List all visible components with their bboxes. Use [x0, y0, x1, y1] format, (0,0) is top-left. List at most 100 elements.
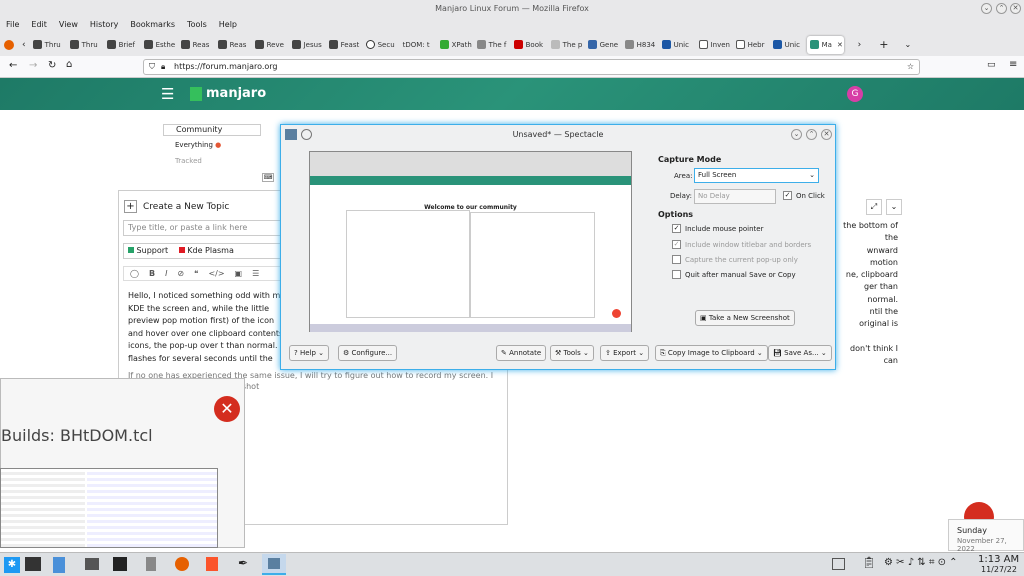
spectacle-maximize-button[interactable]: ⌃ — [806, 129, 817, 140]
configure-button[interactable]: ⚙ Configure... — [338, 345, 398, 361]
maximize-button[interactable]: ⌃ — [996, 3, 1007, 14]
tab[interactable]: XPath — [437, 36, 474, 54]
avatar[interactable]: G — [847, 86, 863, 102]
option-capture-popup[interactable]: Capture the current pop-up only — [672, 255, 798, 264]
sidebar-community-heading[interactable]: Community — [163, 124, 261, 136]
menu-view[interactable]: View — [59, 17, 78, 33]
pen-icon[interactable]: ✒ — [238, 556, 248, 570]
kde-launcher-icon[interactable]: ✱ — [4, 557, 20, 573]
list-icon[interactable]: ☰ — [252, 267, 259, 280]
collapse-icon[interactable]: ⌄ — [886, 199, 902, 215]
close-button[interactable]: ✕ — [1010, 3, 1021, 14]
brave-icon[interactable] — [206, 557, 218, 571]
spectacle-close-button[interactable]: ✕ — [821, 129, 832, 140]
tab[interactable]: Gene — [585, 36, 622, 54]
tab[interactable]: Reas — [178, 36, 215, 54]
tab[interactable]: Brief — [104, 36, 141, 54]
files-icon[interactable] — [53, 557, 65, 573]
annotate-button[interactable]: ✎ Annotate — [496, 345, 547, 361]
topic-title-input[interactable]: Type title, or paste a link here — [123, 220, 283, 236]
app-menu-icon[interactable]: ≡ — [1009, 59, 1017, 70]
desktop-icon[interactable] — [832, 558, 845, 570]
document-icon[interactable] — [146, 557, 156, 571]
sidebar-item-tracked[interactable]: Tracked — [163, 157, 202, 165]
bookmark-star-icon[interactable]: ☆ — [907, 60, 914, 74]
url-bar[interactable]: ⛉ 🔒︎ https://forum.manjaro.org ☆ — [143, 59, 920, 75]
clock-time[interactable]: 1:13 AM — [978, 554, 1019, 565]
option-quit-after-save[interactable]: Quit after manual Save or Copy — [672, 270, 796, 279]
menu-history[interactable]: History — [90, 17, 118, 33]
reload-icon[interactable]: ↻ — [48, 60, 56, 71]
option-include-titlebar[interactable]: ✓ Include window titlebar and borders — [672, 240, 811, 249]
menu-edit[interactable]: Edit — [31, 17, 47, 33]
manjaro-logo[interactable]: manjaro — [190, 86, 266, 101]
window-thumbnail[interactable] — [0, 468, 218, 548]
save-as-button[interactable]: 💾︎ Save As... ⌄ — [768, 345, 832, 361]
on-click-checkbox[interactable]: ✓ On Click — [783, 191, 825, 200]
spectacle-minimize-button[interactable]: ⌄ — [791, 129, 802, 140]
back-icon[interactable]: ← — [9, 60, 17, 71]
tab[interactable]: Secu — [363, 36, 400, 54]
category-select[interactable]: Support Kde Plasma — [123, 243, 283, 259]
tab[interactable]: Reve — [252, 36, 289, 54]
menu-file[interactable]: File — [6, 17, 19, 33]
pin-icon[interactable] — [301, 129, 312, 140]
forward-icon[interactable]: → — [29, 60, 37, 71]
delay-spinbox[interactable]: No Delay — [694, 189, 776, 204]
tab[interactable]: Unic — [659, 36, 696, 54]
home-icon[interactable]: ⌂ — [66, 59, 72, 70]
tab-active[interactable]: Ma ✕ — [806, 35, 844, 54]
shield-icon[interactable]: ⛉ — [149, 60, 155, 74]
menu-tools[interactable]: Tools — [187, 17, 207, 33]
console-icon[interactable] — [113, 557, 127, 571]
bold-icon[interactable]: B — [149, 267, 155, 280]
spectacle-taskbar-item[interactable] — [262, 554, 286, 575]
link-icon[interactable]: ⊘ — [177, 267, 184, 280]
blockquote-icon[interactable]: ❝ — [194, 267, 198, 280]
help-button[interactable]: ? Help ⌄ — [289, 345, 330, 361]
italic-icon[interactable]: I — [165, 267, 167, 280]
tab-scroll-right-icon[interactable]: › — [858, 40, 862, 50]
tab[interactable]: The f — [474, 36, 511, 54]
new-screenshot-button[interactable]: ▣ Take a New Screenshot — [695, 310, 795, 326]
code-icon[interactable]: </> — [208, 267, 224, 280]
monitor-icon[interactable] — [85, 558, 99, 570]
copy-to-clipboard-button[interactable]: ⎘ Copy Image to Clipboard ⌄ — [655, 345, 768, 361]
tab[interactable]: Hebr — [733, 36, 770, 54]
composer-body-left[interactable]: Hello, I noticed something odd with my K… — [128, 290, 288, 365]
tab-list-icon[interactable]: ⌄ — [904, 40, 911, 49]
tab[interactable]: Book — [511, 36, 548, 54]
tab[interactable]: The p — [548, 36, 585, 54]
expand-icon[interactable]: ⤢ — [866, 199, 882, 215]
clipboard-icon[interactable]: 📋︎ — [862, 556, 876, 569]
quote-icon[interactable]: ◯ — [130, 267, 139, 280]
minimize-button[interactable]: ⌄ — [981, 3, 992, 14]
sidebar-item-everything[interactable]: Everything ● — [163, 141, 221, 149]
clock-date[interactable]: 11/27/22 — [981, 565, 1017, 574]
tab[interactable]: Esthe — [141, 36, 178, 54]
extensions-icon[interactable]: ▭ — [987, 60, 996, 70]
keyboard-icon[interactable]: ⌨ — [262, 173, 274, 182]
lock-icon[interactable]: 🔒︎ — [161, 60, 165, 74]
terminal-icon[interactable] — [25, 557, 41, 571]
tab[interactable]: Feast — [326, 36, 363, 54]
menu-help[interactable]: Help — [219, 17, 237, 33]
option-include-mouse-pointer[interactable]: ✓ Include mouse pointer — [672, 224, 763, 233]
tools-button[interactable]: ⚒ Tools ⌄ — [550, 345, 594, 361]
tab[interactable]: tDOM: t — [400, 36, 437, 54]
tab[interactable]: Thru — [67, 36, 104, 54]
tray-icons[interactable]: ⚙ ✂ ♪ ⇅ ⌗ ⊙ ⌃ — [884, 557, 958, 568]
tab[interactable]: Thru — [30, 36, 67, 54]
area-select[interactable]: Full Screen ⌄ — [694, 168, 819, 183]
tab[interactable]: Inven — [696, 36, 733, 54]
menu-bookmarks[interactable]: Bookmarks — [130, 17, 175, 33]
image-icon[interactable]: ▣ — [235, 267, 243, 280]
tab[interactable]: H834 — [622, 36, 659, 54]
firefox-taskbar-icon[interactable] — [175, 557, 189, 571]
new-tab-icon[interactable]: + — [879, 38, 888, 51]
tab[interactable]: Jesus — [289, 36, 326, 54]
tab-scroll-left-icon[interactable]: ‹ — [22, 40, 26, 50]
tab-close-icon[interactable]: ✕ — [837, 41, 843, 49]
export-button[interactable]: ⇪ Export ⌄ — [600, 345, 650, 361]
hamburger-icon[interactable]: ☰ — [161, 85, 174, 103]
